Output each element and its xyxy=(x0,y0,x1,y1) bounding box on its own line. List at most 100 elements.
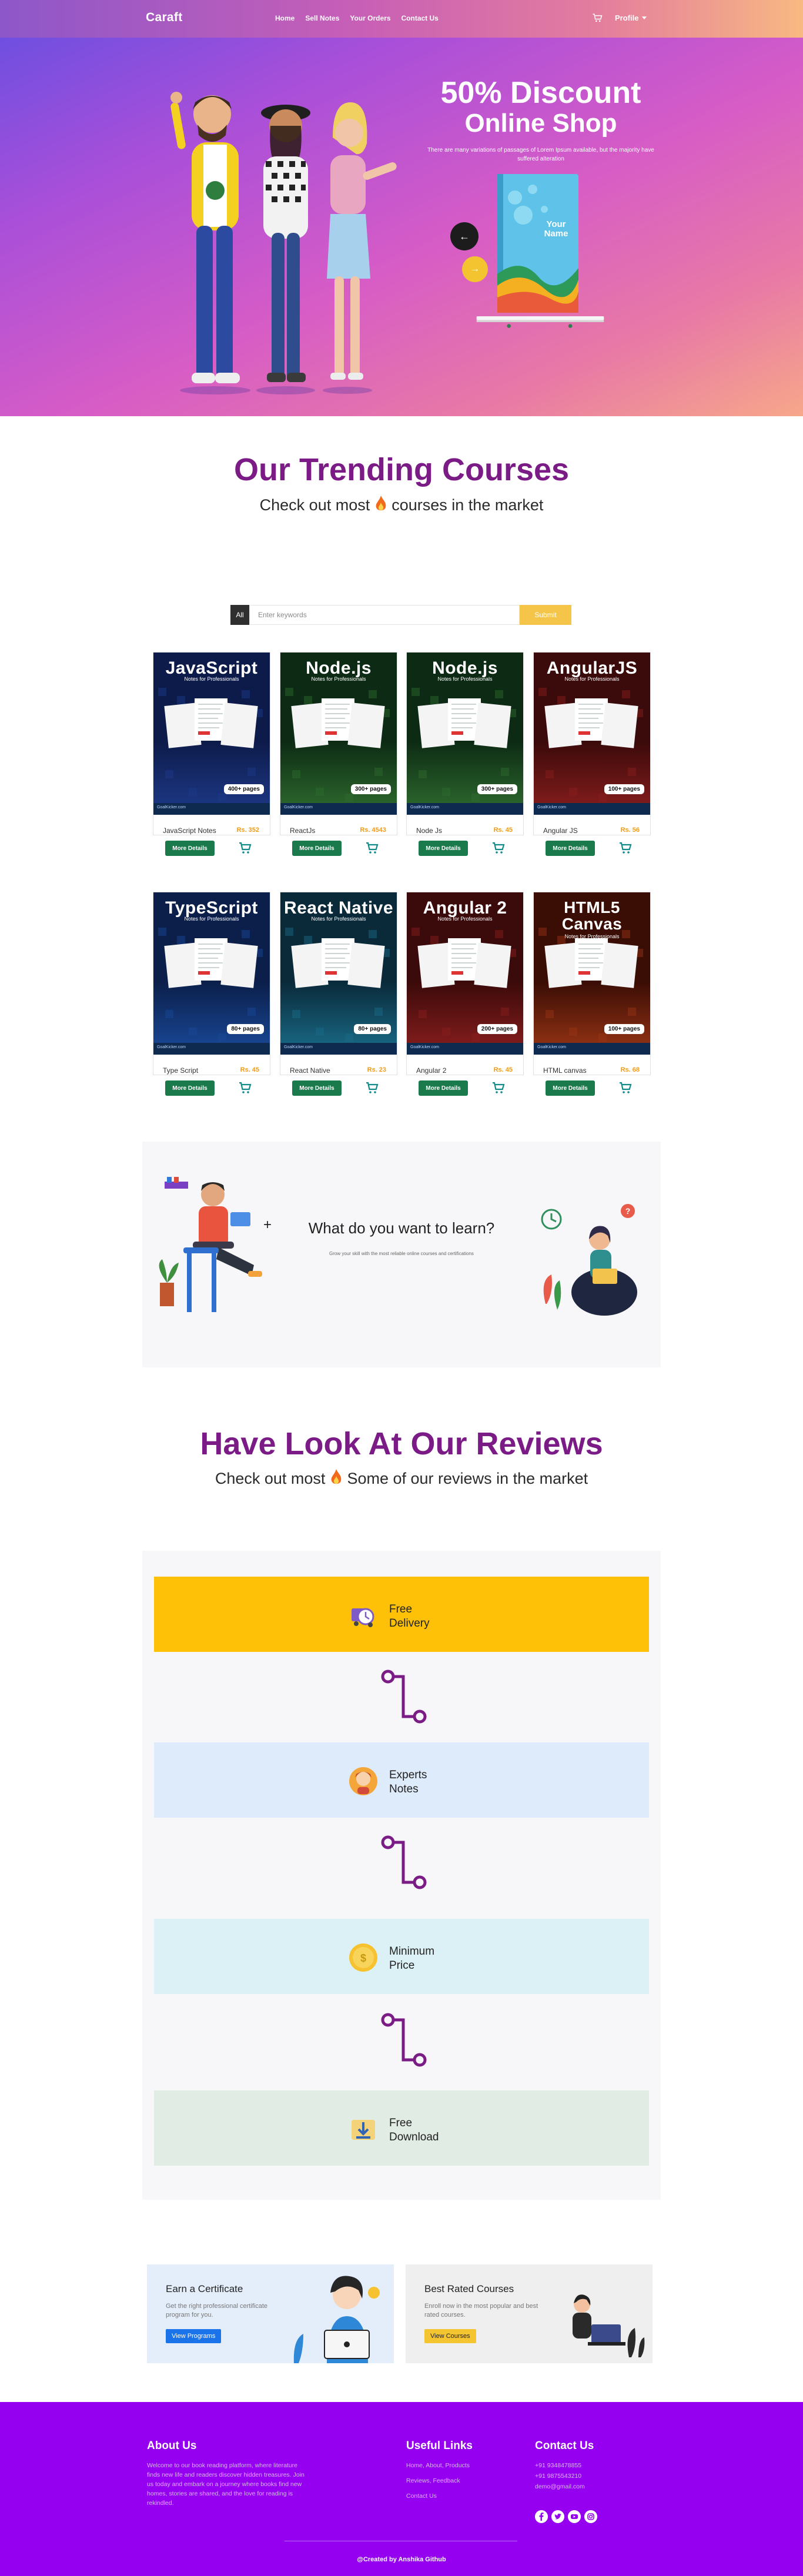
profile-dropdown[interactable]: Profile xyxy=(615,14,647,22)
cart-icon[interactable] xyxy=(491,1080,506,1095)
footer-phone-2: +91 9875543210 xyxy=(535,2473,582,2480)
more-details-button[interactable]: More Details xyxy=(165,841,215,856)
cart-icon[interactable] xyxy=(238,841,252,855)
course-cover[interactable]: TypeScript Notes for Professionals 80+ p… xyxy=(153,892,270,1055)
fire-icon xyxy=(376,496,386,511)
trending-title: Our Trending Courses xyxy=(233,452,570,487)
feature-card: Free Download xyxy=(154,2090,649,2166)
featured-book-image: Your Name xyxy=(497,174,578,313)
footer-link-reviews[interactable]: Reviews, Feedback xyxy=(406,2477,460,2484)
cart-icon[interactable] xyxy=(591,12,603,24)
course-price: Rs. 45 xyxy=(493,1066,513,1073)
arrow-left-icon[interactable]: ← xyxy=(450,222,479,250)
course-info: Angular JS Rs. 56 More Details xyxy=(534,815,650,856)
course-card: Node.js Notes for Professionals 300+ pag… xyxy=(406,652,524,856)
cart-icon[interactable] xyxy=(618,841,633,855)
footer-link-home[interactable]: Home, About, Products xyxy=(406,2462,470,2469)
course-card: AngularJS Notes for Professionals 100+ p… xyxy=(533,652,651,856)
footer-contact-title: Contact Us xyxy=(535,2440,594,2452)
footer-about-text: Welcome to our book reading platform, wh… xyxy=(147,2462,305,2507)
cover-tagline: Notes for Professionals xyxy=(184,916,239,922)
cover-title: Node.js xyxy=(306,658,372,678)
pages-badge: 100+ pages xyxy=(604,784,644,794)
cover-tagline: Notes for Professionals xyxy=(184,676,239,682)
more-details-button[interactable]: More Details xyxy=(165,1080,215,1096)
feature-card: $ Minimum Price xyxy=(154,1919,649,1994)
more-details-button[interactable]: More Details xyxy=(546,1080,595,1096)
pages-badge: 100+ pages xyxy=(604,1024,644,1034)
search-input[interactable] xyxy=(249,605,520,625)
cover-tagline: Notes for Professionals xyxy=(437,916,493,922)
course-price: Rs. 45 xyxy=(240,1066,259,1073)
promo-certificate-card: Earn a Certificate Get the right profess… xyxy=(147,2264,394,2363)
category-select[interactable]: All xyxy=(230,605,249,625)
facebook-icon[interactable] xyxy=(535,2510,548,2523)
cover-title: AngularJS xyxy=(546,658,638,678)
course-name: Node Js xyxy=(416,827,443,835)
cover-footer-text: GoalKicker.com xyxy=(284,805,313,809)
course-info: Type Script Rs. 45 More Details xyxy=(153,1055,270,1096)
course-price: Rs. 45 xyxy=(493,827,513,834)
hero-title-line1: 50% Discount xyxy=(440,76,641,110)
cover-footer-text: GoalKicker.com xyxy=(537,1045,567,1049)
course-cover[interactable]: Node.js Notes for Professionals 300+ pag… xyxy=(407,653,523,815)
cover-title: Angular 2 xyxy=(423,898,507,918)
feature-label: Experts Notes xyxy=(389,1769,427,1795)
course-name: Type Script xyxy=(163,1066,199,1075)
connector-icon xyxy=(381,2013,427,2067)
cover-tagline: Notes for Professionals xyxy=(564,934,620,939)
instagram-icon[interactable] xyxy=(584,2510,597,2523)
coin-icon: $ xyxy=(349,1943,377,1972)
connector-icon xyxy=(381,1835,427,1889)
cover-footer: GoalKicker.com xyxy=(534,803,650,815)
arrow-right-icon[interactable]: → xyxy=(462,256,488,282)
footer-link-contact[interactable]: Contact Us xyxy=(406,2493,437,2500)
course-cover[interactable]: Node.js Notes for Professionals 300+ pag… xyxy=(280,653,397,815)
cover-title: JavaScript xyxy=(165,658,258,678)
cover-footer: GoalKicker.com xyxy=(280,803,397,815)
view-courses-button[interactable]: View Courses xyxy=(424,2329,476,2343)
cart-icon[interactable] xyxy=(491,841,506,855)
cover-tagline: Notes for Professionals xyxy=(311,916,366,922)
course-cover[interactable]: React Native Notes for Professionals 80+… xyxy=(280,892,397,1055)
brand-logo[interactable]: Caraft xyxy=(146,11,182,25)
cart-icon[interactable] xyxy=(238,1080,252,1095)
nav-link-contact-us[interactable]: Contact Us xyxy=(402,14,439,22)
nav-link-sell-notes[interactable]: Sell Notes xyxy=(305,14,339,22)
nav-link-your-orders[interactable]: Your Orders xyxy=(350,14,390,22)
more-details-button[interactable]: More Details xyxy=(546,841,595,856)
footer-email[interactable]: demo@gmail.com xyxy=(535,2483,585,2490)
cover-title: Node.js xyxy=(432,658,498,678)
feature-label: Minimum Price xyxy=(389,1945,435,1972)
course-name: React Native xyxy=(290,1066,330,1075)
profile-label: Profile xyxy=(615,14,639,22)
course-cover[interactable]: Angular 2 Notes for Professionals 200+ p… xyxy=(407,892,523,1055)
more-details-button[interactable]: More Details xyxy=(292,1080,342,1096)
course-cover[interactable]: AngularJS Notes for Professionals 100+ p… xyxy=(534,653,650,815)
footer-credit: @Created by Anshika Github xyxy=(357,2556,446,2563)
more-details-button[interactable]: More Details xyxy=(419,841,468,856)
delivery-clock-icon xyxy=(352,1608,374,1627)
course-name: Angular JS xyxy=(543,827,578,835)
footer: About Us Welcome to our book reading pla… xyxy=(0,2402,803,2576)
cover-title: React Native xyxy=(283,898,394,918)
footer-phone-1: +91 9348478855 xyxy=(535,2462,582,2469)
course-cover[interactable]: JavaScript Notes for Professionals 400+ … xyxy=(153,653,270,815)
nav-link-home[interactable]: Home xyxy=(275,14,295,22)
course-cover[interactable]: HTML5 Canvas Notes for Professionals 100… xyxy=(534,892,650,1055)
more-details-button[interactable]: More Details xyxy=(419,1080,468,1096)
view-programs-button[interactable]: View Programs xyxy=(166,2329,222,2343)
youtube-icon[interactable] xyxy=(568,2510,581,2523)
twitter-icon[interactable] xyxy=(551,2510,564,2523)
more-details-button[interactable]: More Details xyxy=(292,841,342,856)
cover-footer: GoalKicker.com xyxy=(153,1043,270,1055)
cart-icon[interactable] xyxy=(365,1080,379,1095)
search-submit-button[interactable]: Submit xyxy=(520,605,571,625)
cover-footer: GoalKicker.com xyxy=(153,803,270,815)
connector-icon xyxy=(381,1670,427,1724)
cart-icon[interactable] xyxy=(365,841,379,855)
cart-icon[interactable] xyxy=(618,1080,633,1095)
reviews-subtitle: Check out most Some of our reviews in th… xyxy=(215,1469,588,1487)
course-info: JavaScript Notes Rs. 352 More Details xyxy=(153,815,270,856)
course-info: HTML canvas Rs. 68 More Details xyxy=(534,1055,650,1096)
